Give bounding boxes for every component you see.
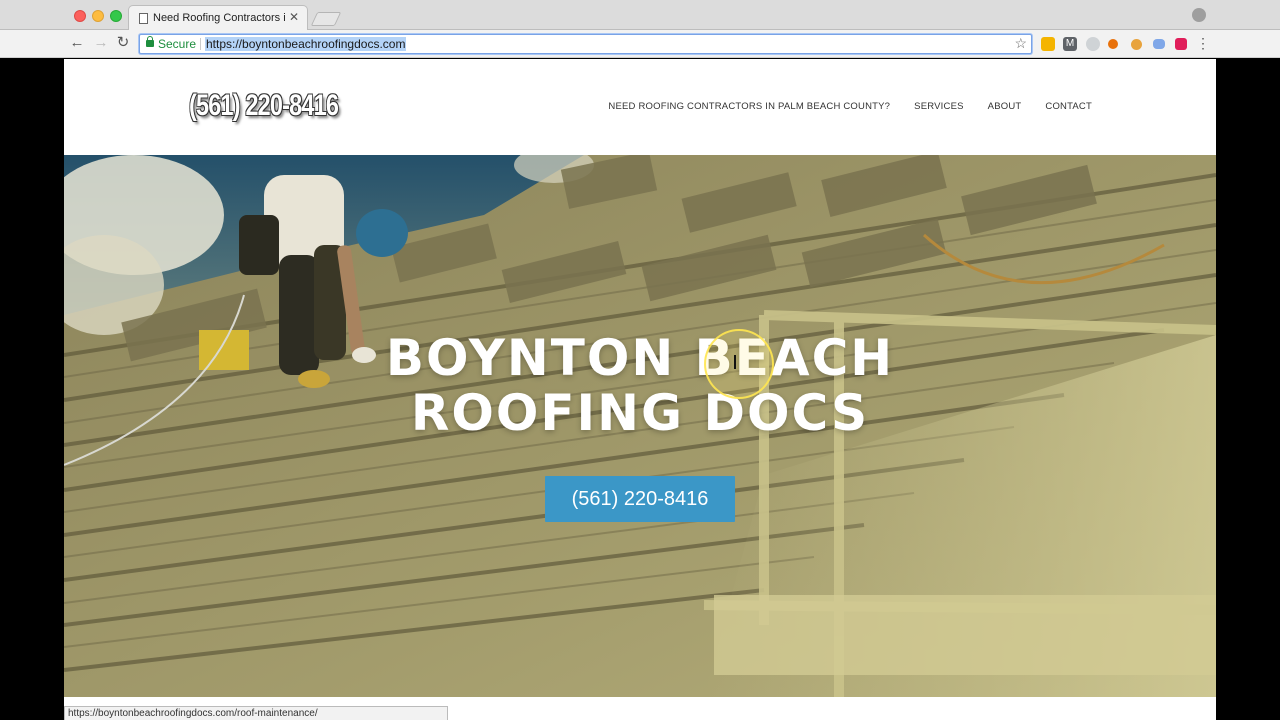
hero-title-line-1: BOYNTON BEACH xyxy=(385,329,895,387)
nav-item-about[interactable]: ABOUT xyxy=(988,101,1022,112)
hero-section: BOYNTON BEACH ROOFING DOCS (561) 220-841… xyxy=(64,155,1216,697)
new-tab-button[interactable] xyxy=(310,12,342,26)
call-now-button[interactable]: (561) 220-8416 xyxy=(545,476,735,522)
nav-item-contact[interactable]: CONTACT xyxy=(1045,101,1092,112)
profile-icon[interactable] xyxy=(1192,8,1206,22)
lock-icon xyxy=(146,36,154,47)
cursor-highlight xyxy=(704,329,774,399)
gmail-extension-icon[interactable]: M xyxy=(1063,37,1077,51)
secure-label: Secure xyxy=(158,37,197,51)
text-cursor-icon xyxy=(734,355,736,369)
forward-arrow-icon[interactable]: → xyxy=(92,34,110,52)
browser-tab-bar: Need Roofing Contractors in P ✕ xyxy=(0,0,1280,30)
browser-toolbar: ← → ↻ Secure https://boyntonbeachroofing… xyxy=(0,30,1280,58)
close-window-button[interactable] xyxy=(74,10,86,22)
logo-phone-number[interactable]: (561) 220-8416 xyxy=(189,89,339,123)
status-bar-url: https://boyntonbeachroofingdocs.com/roof… xyxy=(64,706,448,720)
hero-title: BOYNTON BEACH ROOFING DOCS xyxy=(64,331,1216,441)
page-icon xyxy=(139,13,148,24)
close-tab-icon[interactable]: ✕ xyxy=(289,10,299,24)
page-viewport: (561) 220-8416 NEED ROOFING CONTRACTORS … xyxy=(64,59,1216,697)
bell-extension-icon[interactable] xyxy=(1041,37,1055,51)
site-header: (561) 220-8416 NEED ROOFING CONTRACTORS … xyxy=(64,59,1216,155)
back-arrow-icon[interactable]: ← xyxy=(68,34,86,52)
bookmark-star-icon[interactable]: ☆ xyxy=(1014,35,1027,52)
browser-menu-icon[interactable]: ⋮ xyxy=(1196,35,1210,52)
tab-title: Need Roofing Contractors in P xyxy=(153,12,285,24)
main-nav: NEED ROOFING CONTRACTORS IN PALM BEACH C… xyxy=(608,101,1092,112)
minimize-window-button[interactable] xyxy=(92,10,104,22)
wand-extension-icon[interactable] xyxy=(1108,39,1118,49)
address-divider xyxy=(200,38,201,50)
hero-title-line-2: ROOFING DOCS xyxy=(410,384,870,442)
maximize-window-button[interactable] xyxy=(110,10,122,22)
browser-tab[interactable]: Need Roofing Contractors in P ✕ xyxy=(128,5,308,30)
address-bar[interactable]: Secure https://boyntonbeachroofingdocs.c… xyxy=(139,34,1032,54)
slack-extension-icon[interactable] xyxy=(1175,38,1187,50)
url-text[interactable]: https://boyntonbeachroofingdocs.com xyxy=(205,37,407,51)
link-extension-icon[interactable] xyxy=(1153,39,1165,49)
cookie-extension-icon[interactable] xyxy=(1131,39,1142,50)
nav-item-services[interactable]: SERVICES xyxy=(914,101,963,112)
k-extension-icon[interactable] xyxy=(1086,37,1100,51)
nav-item-palm-beach[interactable]: NEED ROOFING CONTRACTORS IN PALM BEACH C… xyxy=(608,101,890,112)
reload-icon[interactable]: ↻ xyxy=(114,34,132,52)
